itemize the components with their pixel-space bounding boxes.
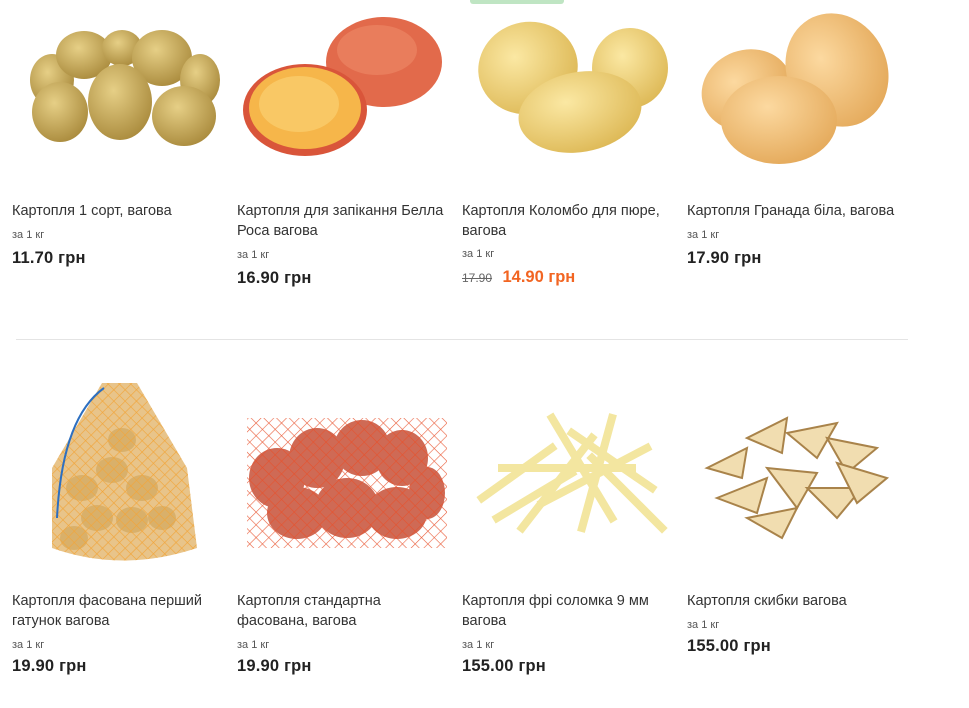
product-unit: за 1 кг [12, 229, 45, 241]
product-price: 17.90 грн [687, 249, 762, 267]
product-price-block: 17.90 грн [687, 249, 762, 268]
product-unit: за 1 кг [12, 639, 45, 651]
product-card[interactable]: Картопля фрі соломка 9 мм вагова за 1 кг… [462, 378, 674, 698]
product-unit: за 1 кг [687, 619, 720, 631]
french-fries-icon[interactable] [462, 378, 674, 564]
product-price: 155.00 грн [687, 637, 771, 655]
product-price-block: 16.90 грн [237, 269, 312, 288]
product-name[interactable]: Картопля скибки вагова [687, 591, 899, 611]
product-card[interactable]: Картопля скибки вагова за 1 кг 155.00 гр… [687, 378, 899, 698]
product-card[interactable]: Картопля Гранада біла, вагова за 1 кг 17… [687, 0, 899, 320]
product-price: 19.90 грн [12, 657, 87, 675]
potatoes-pile-icon[interactable] [12, 0, 224, 186]
product-name[interactable]: Картопля фасована перший гатунок вагова [12, 591, 224, 631]
product-card[interactable]: Картопля для запікання Белла Роса вагова… [237, 0, 449, 320]
product-card[interactable]: Картопля 1 сорт, вагова за 1 кг 11.70 гр… [12, 0, 224, 320]
red-potato-mesh-bag-icon[interactable] [237, 378, 449, 564]
product-old-price: 17.90 [462, 271, 493, 285]
product-unit: за 1 кг [237, 249, 270, 261]
product-name[interactable]: Картопля стандартна фасована, вагова [237, 591, 449, 631]
product-unit: за 1 кг [462, 639, 495, 651]
product-card[interactable]: Картопля фасована перший гатунок вагова … [12, 378, 224, 698]
product-row-2: Картопля фасована перший гатунок вагова … [0, 378, 920, 708]
product-name[interactable]: Картопля фрі соломка 9 мм вагова [462, 591, 674, 631]
product-card[interactable]: Картопля стандартна фасована, вагова за … [237, 378, 449, 698]
red-potato-halved-icon[interactable] [237, 0, 449, 186]
product-name[interactable]: Картопля Гранада біла, вагова [687, 201, 899, 221]
product-price-block: 19.90 грн [12, 657, 87, 676]
product-price: 11.70 грн [12, 249, 86, 267]
product-name[interactable]: Картопля для запікання Белла Роса вагова [237, 201, 449, 241]
product-price-block: 17.90 14.90 грн [462, 268, 575, 287]
row-divider [16, 339, 908, 340]
potato-wedges-icon[interactable] [687, 378, 899, 564]
product-unit: за 1 кг [462, 248, 495, 260]
product-name[interactable]: Картопля 1 сорт, вагова [12, 201, 224, 221]
product-price: 19.90 грн [237, 657, 312, 675]
product-unit: за 1 кг [687, 229, 720, 241]
product-price: 155.00 грн [462, 657, 546, 675]
light-potatoes-icon[interactable] [687, 0, 899, 186]
product-card[interactable]: Картопля Коломбо для пюре, вагова за 1 к… [462, 0, 674, 320]
product-row-1: Картопля 1 сорт, вагова за 1 кг 11.70 гр… [0, 0, 920, 330]
product-price: 16.90 грн [237, 269, 312, 287]
product-price-block: 11.70 грн [12, 249, 86, 268]
product-unit: за 1 кг [237, 639, 270, 651]
yellow-potatoes-icon[interactable] [462, 0, 674, 186]
product-price-block: 155.00 грн [462, 657, 546, 676]
potato-mesh-bag-icon[interactable] [12, 378, 224, 564]
product-sale-price: 14.90 грн [502, 268, 576, 286]
product-price-block: 19.90 грн [237, 657, 312, 676]
product-price-block: 155.00 грн [687, 637, 771, 656]
product-name[interactable]: Картопля Коломбо для пюре, вагова [462, 201, 674, 241]
